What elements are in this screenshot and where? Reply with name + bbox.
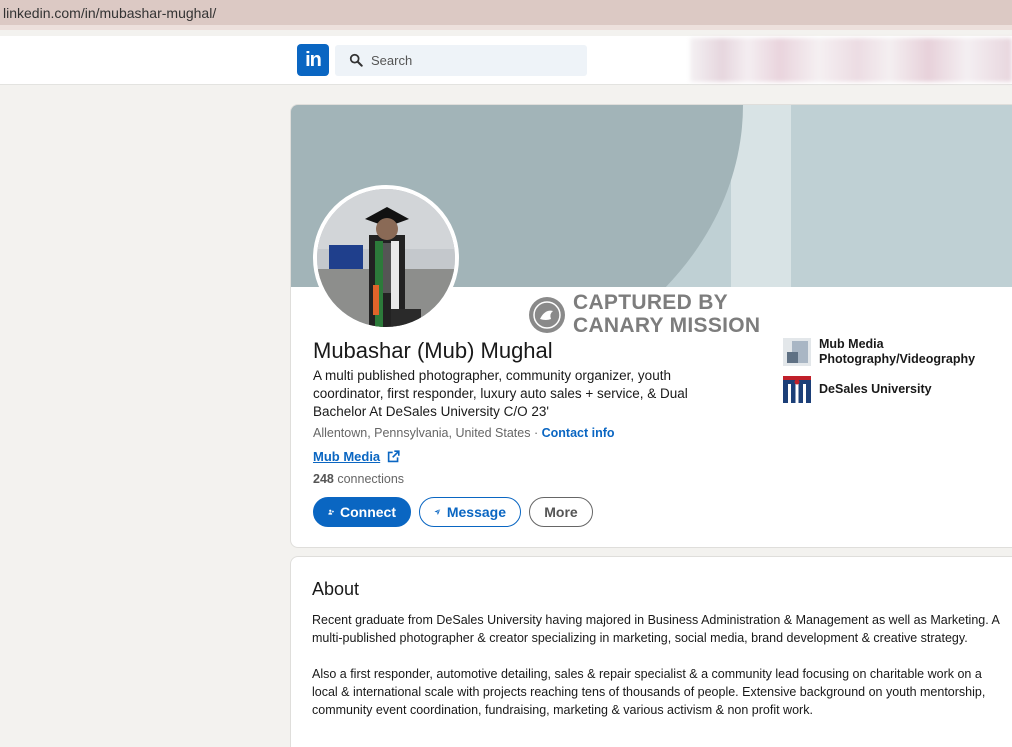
contact-info-link[interactable]: Contact info (542, 426, 615, 440)
profile-name: Mubashar (Mub) Mughal (313, 338, 553, 363)
org-item-desales[interactable]: DeSales University (783, 375, 1012, 403)
canary-bird-icon (529, 297, 565, 333)
message-button[interactable]: Message (419, 497, 521, 527)
logo-text: in (305, 48, 322, 71)
more-label: More (544, 504, 578, 520)
connections-count[interactable]: 248 connections (313, 472, 404, 486)
profile-avatar[interactable] (313, 185, 459, 331)
avatar-photo (317, 189, 455, 327)
message-label: Message (446, 504, 506, 520)
linkedin-logo-icon[interactable]: in (297, 44, 329, 76)
top-navigation: in (0, 36, 1012, 85)
about-section: About Recent graduate from DeSales Unive… (290, 556, 1012, 747)
watermark-text: CAPTURED BY CANARY MISSION (573, 291, 760, 337)
org-item-mub-media[interactable]: Mub Media Photography/Videography (783, 337, 1012, 367)
search-icon (349, 53, 363, 67)
external-link-icon (387, 450, 400, 463)
connect-label: Connect (340, 504, 396, 520)
connections-number: 248 (313, 472, 334, 486)
website-label: Mub Media (313, 449, 381, 464)
about-paragraph: Recent graduate from DeSales University … (312, 613, 1000, 645)
org-label: DeSales University (819, 381, 932, 396)
profile-card: CAPTURED BY CANARY MISSION Mubashar (Mub… (290, 104, 1012, 548)
profile-actions: Connect Message More (313, 497, 593, 527)
profile-location: Allentown, Pennsylvania, United States ·… (313, 426, 615, 440)
about-text: Recent graduate from DeSales University … (312, 611, 1002, 737)
location-text: Allentown, Pennsylvania, United States (313, 426, 531, 440)
blurred-nav-icons (690, 38, 1012, 82)
search-input[interactable] (371, 45, 581, 76)
connections-label: connections (333, 472, 405, 486)
org-label: Mub Media Photography/Videography (819, 337, 976, 366)
about-title: About (312, 579, 360, 599)
send-icon (434, 508, 441, 515)
location-separator: · (530, 426, 542, 440)
canary-mission-watermark: CAPTURED BY CANARY MISSION (529, 291, 769, 341)
browser-address-bar[interactable]: linkedin.com/in/mubashar-mughal/ (0, 0, 1012, 30)
more-button[interactable]: More (529, 497, 593, 527)
profile-headline: A multi published photographer, communit… (313, 368, 688, 419)
connect-button[interactable]: Connect (313, 497, 411, 527)
add-person-icon (328, 509, 334, 515)
about-paragraph: Also a first responder, automotive detai… (312, 667, 986, 717)
watermark-line-2: CANARY MISSION (573, 314, 761, 337)
watermark-line-1: CAPTURED BY (573, 291, 728, 314)
desales-university-logo-icon (783, 375, 811, 403)
profile-organizations: Mub Media Photography/Videography DeSale… (783, 337, 1012, 411)
url-text: linkedin.com/in/mubashar-mughal/ (3, 5, 217, 21)
search-box[interactable] (335, 45, 587, 76)
website-link[interactable]: Mub Media (313, 449, 400, 464)
mub-media-logo-icon (783, 338, 811, 366)
